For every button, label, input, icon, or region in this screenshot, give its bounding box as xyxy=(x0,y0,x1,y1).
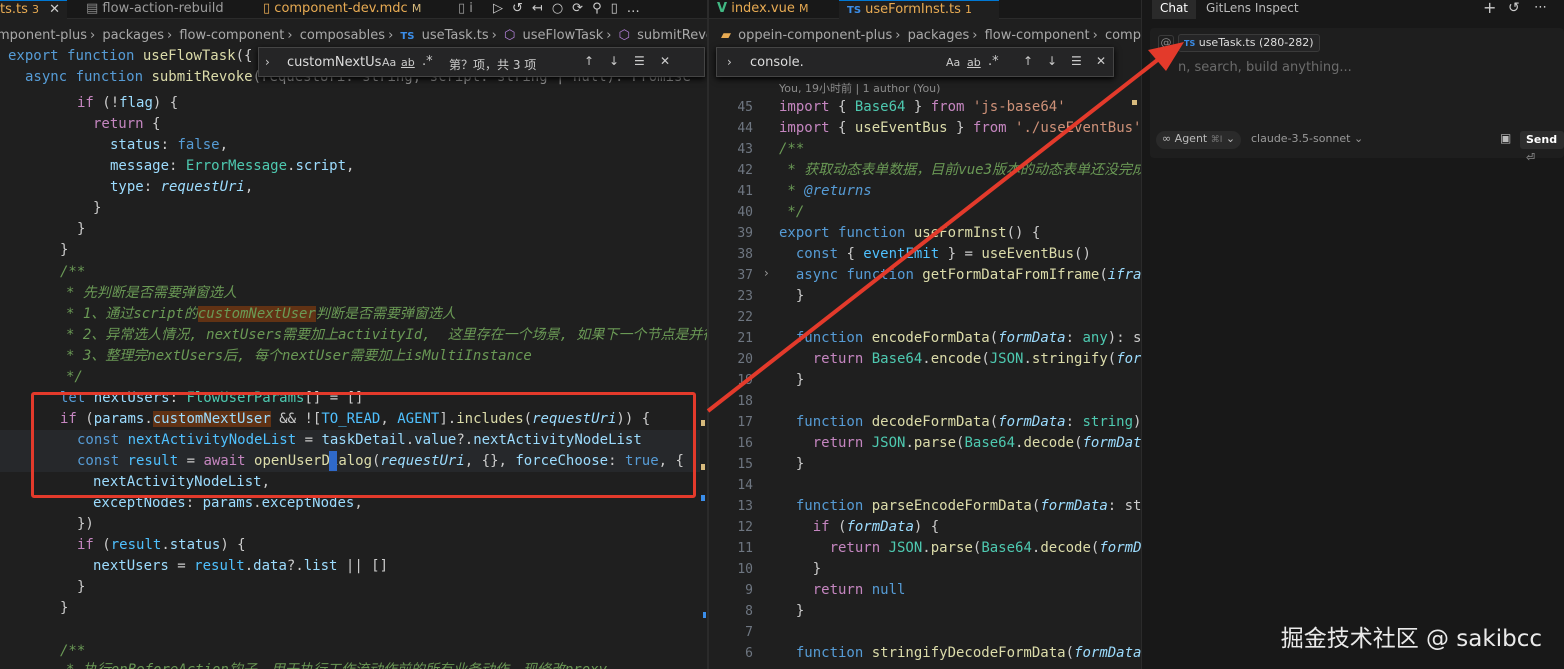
annotation-arrow xyxy=(706,42,1184,413)
arrow-head xyxy=(1148,42,1184,71)
watermark: 掘金技术社区 @ sakibcc xyxy=(1280,626,1542,652)
arrow-line xyxy=(706,56,1162,413)
